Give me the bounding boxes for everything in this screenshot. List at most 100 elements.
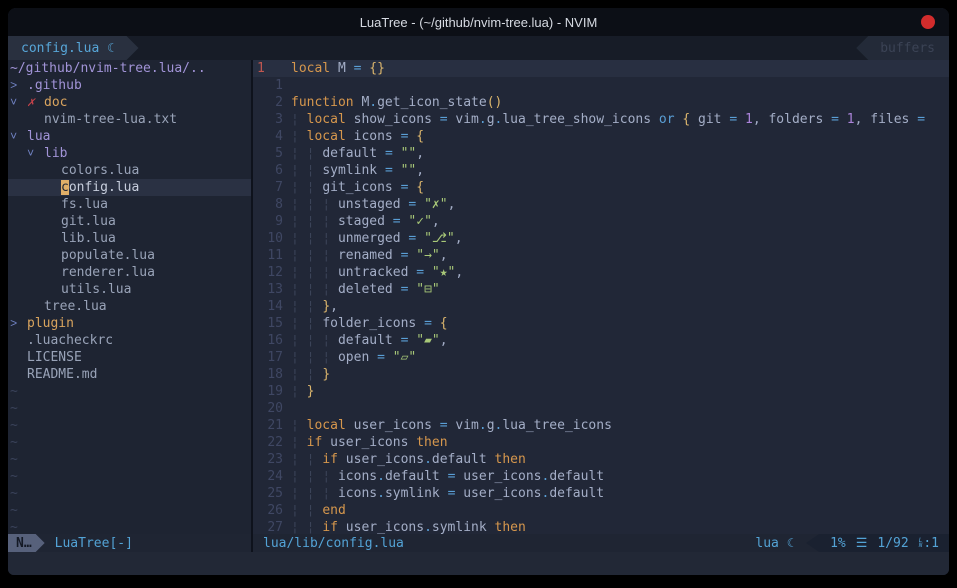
file-tree-panel[interactable]: ~/github/nvim-tree.lua/..˃.github˅✗docnv… — [8, 60, 251, 534]
tree-root-path[interactable]: ~/github/nvim-tree.lua/.. — [8, 60, 251, 77]
line-number: 16 — [253, 332, 291, 349]
code-line[interactable]: 8¦ ¦ ¦ unstaged = "✗", — [253, 196, 949, 213]
code-line[interactable]: 20 — [253, 400, 949, 417]
code-text: ¦ ¦ ¦ icons.symlink = user_icons.default — [291, 485, 604, 502]
code-line[interactable]: 5¦ ¦ default = "", — [253, 145, 949, 162]
indent-guide: ¦ — [291, 299, 307, 314]
code-line[interactable]: 27¦ ¦ if user_icons.symlink then — [253, 519, 949, 534]
code-line[interactable]: 17¦ ¦ ¦ open = "▱" — [253, 349, 949, 366]
tree-row-lua[interactable]: ˅lua — [8, 128, 251, 145]
indent-guide: ¦ — [322, 282, 338, 297]
code-line[interactable]: 16¦ ¦ ¦ default = "▰", — [253, 332, 949, 349]
tree-row-fs-lua[interactable]: fs.lua — [8, 196, 251, 213]
git-unstaged-icon: ✗ — [27, 94, 44, 111]
indent-guide: ¦ — [307, 299, 323, 314]
indent-guide: ¦ — [291, 384, 307, 399]
code-line[interactable]: 18¦ ¦ } — [253, 366, 949, 383]
code-line[interactable]: 12¦ ¦ ¦ untracked = "★", — [253, 264, 949, 281]
line-number: 24 — [253, 468, 291, 485]
statusline: N… LuaTree[-] lua/lib/config.lua lua ☾ 1… — [8, 534, 949, 552]
chevron-down-icon[interactable]: ˅ — [10, 128, 27, 145]
code-editor-panel[interactable]: 1local M = {}12function M.get_icon_state… — [253, 60, 949, 534]
tree-row-colors-lua[interactable]: colors.lua — [8, 162, 251, 179]
code-line[interactable]: 13¦ ¦ ¦ deleted = "⊟" — [253, 281, 949, 298]
tree-row-readme-md[interactable]: README.md — [8, 366, 251, 383]
code-line[interactable]: 1 — [253, 77, 949, 94]
indent-guide: ¦ — [291, 503, 307, 518]
code-line[interactable]: 1local M = {} — [253, 60, 949, 77]
code-line[interactable]: 15¦ ¦ folder_icons = { — [253, 315, 949, 332]
code-line[interactable]: 21¦ local user_icons = vim.g.lua_tree_ic… — [253, 417, 949, 434]
code-text: ¦ ¦ ¦ unmerged = "⎇", — [291, 230, 463, 247]
line-number: 20 — [253, 400, 291, 417]
tree-item-label: renderer.lua — [61, 264, 155, 281]
tree-row-config-lua[interactable]: config.lua — [8, 179, 251, 196]
indent-guide: ¦ — [307, 163, 323, 178]
code-text: ¦ ¦ ¦ deleted = "⊟" — [291, 281, 440, 298]
statusline-file-path: lua/lib/config.lua — [263, 535, 404, 552]
code-text: ¦ ¦ folder_icons = { — [291, 315, 448, 332]
code-text: ¦ ¦ ¦ renamed = "→", — [291, 247, 448, 264]
code-line[interactable]: 26¦ ¦ end — [253, 502, 949, 519]
line-number: 4 — [253, 128, 291, 145]
line-number: 21 — [253, 417, 291, 434]
code-line[interactable]: 3¦ local show_icons = vim.g.lua_tree_sho… — [253, 111, 949, 128]
code-text: ¦ ¦ } — [291, 366, 330, 383]
code-line[interactable]: 9¦ ¦ ¦ staged = "✓", — [253, 213, 949, 230]
line-number: 3 — [253, 111, 291, 128]
code-text: ¦ ¦ ¦ staged = "✓", — [291, 213, 440, 230]
indent-guide: ¦ — [307, 248, 323, 263]
indent-guide: ¦ — [291, 146, 307, 161]
line-number: 18 — [253, 366, 291, 383]
indent-guide: ¦ — [307, 520, 323, 534]
tab-config-lua[interactable]: config.lua ☾ — [8, 36, 139, 60]
code-line[interactable]: 23¦ ¦ if user_icons.default then — [253, 451, 949, 468]
code-line[interactable]: 7¦ ¦ git_icons = { — [253, 179, 949, 196]
code-line[interactable]: 24¦ ¦ ¦ icons.default = user_icons.defau… — [253, 468, 949, 485]
code-text: ¦ ¦ if user_icons.symlink then — [291, 519, 526, 534]
line-number: 23 — [253, 451, 291, 468]
indent-guide: ¦ — [291, 265, 307, 280]
column-indicator: LN :1 — [919, 535, 939, 552]
indent-guide: ¦ — [291, 418, 307, 433]
code-line[interactable]: 25¦ ¦ ¦ icons.symlink = user_icons.defau… — [253, 485, 949, 502]
code-line[interactable]: 2function M.get_icon_state() — [253, 94, 949, 111]
window-title: LuaTree - (~/github/nvim-tree.lua) - NVI… — [360, 14, 598, 31]
tree-row-nvim-tree-lua-txt[interactable]: nvim-tree-lua.txt — [8, 111, 251, 128]
code-line[interactable]: 14¦ ¦ }, — [253, 298, 949, 315]
chevron-right-icon[interactable]: ˃ — [10, 77, 27, 94]
tree-row-lib[interactable]: ˅lib — [8, 145, 251, 162]
tree-row-license[interactable]: LICENSE — [8, 349, 251, 366]
tree-row-populate-lua[interactable]: populate.lua — [8, 247, 251, 264]
line-number: 27 — [253, 519, 291, 534]
tree-row--github[interactable]: ˃.github — [8, 77, 251, 94]
code-line[interactable]: 4¦ local icons = { — [253, 128, 949, 145]
tree-row-renderer-lua[interactable]: renderer.lua — [8, 264, 251, 281]
chevron-down-icon[interactable]: ˅ — [27, 145, 44, 162]
tree-row-git-lua[interactable]: git.lua — [8, 213, 251, 230]
tree-item-label: LICENSE — [27, 349, 82, 366]
code-line[interactable]: 22¦ if user_icons then — [253, 434, 949, 451]
code-text: ¦ ¦ ¦ default = "▰", — [291, 332, 448, 349]
chevron-down-icon[interactable]: ˅ — [10, 94, 27, 111]
tree-row-tree-lua[interactable]: tree.lua — [8, 298, 251, 315]
code-line[interactable]: 10¦ ¦ ¦ unmerged = "⎇", — [253, 230, 949, 247]
chevron-right-icon[interactable]: ˃ — [10, 315, 27, 332]
command-line[interactable] — [8, 552, 949, 575]
tree-row--luacheckrc[interactable]: .luacheckrc — [8, 332, 251, 349]
empty-line-tilde: ~ — [8, 383, 251, 400]
line-number: 10 — [253, 230, 291, 247]
tree-cursor: c — [61, 180, 69, 195]
main-split: ~/github/nvim-tree.lua/..˃.github˅✗docnv… — [8, 60, 949, 534]
buffers-label[interactable]: buffers — [856, 36, 949, 60]
tree-row-utils-lua[interactable]: utils.lua — [8, 281, 251, 298]
code-line[interactable]: 19¦ } — [253, 383, 949, 400]
code-line[interactable]: 6¦ ¦ symlink = "", — [253, 162, 949, 179]
scroll-percent: 1% — [830, 535, 846, 552]
close-button[interactable] — [921, 15, 935, 29]
tree-row-plugin[interactable]: ˃plugin — [8, 315, 251, 332]
tree-row-doc[interactable]: ˅✗doc — [8, 94, 251, 111]
code-line[interactable]: 11¦ ¦ ¦ renamed = "→", — [253, 247, 949, 264]
tree-row-lib-lua[interactable]: lib.lua — [8, 230, 251, 247]
line-location: 1/92 — [877, 535, 908, 552]
